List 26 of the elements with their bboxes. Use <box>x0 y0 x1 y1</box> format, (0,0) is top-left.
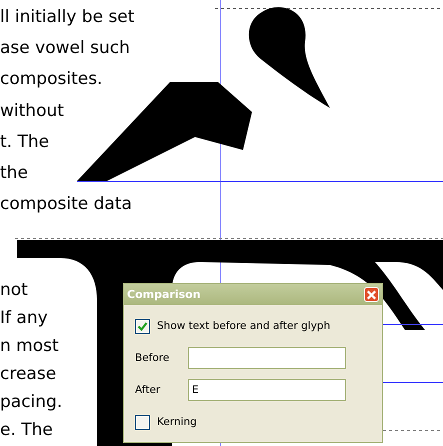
checkbox[interactable] <box>135 318 150 334</box>
checkbox-label: Kerning <box>157 416 197 428</box>
paragraph-line: without <box>0 100 64 123</box>
paragraph-line: pacing. <box>0 391 62 414</box>
close-button[interactable] <box>364 287 379 302</box>
paragraph-line: composite data <box>0 193 132 216</box>
paragraph-line: e. The <box>0 419 53 442</box>
input-field[interactable]: E <box>188 379 346 401</box>
paragraph-line: not <box>0 279 28 302</box>
field-label: After <box>135 384 162 396</box>
paragraph-line: composites. <box>0 68 102 92</box>
checkbox-label: Show text before and after glyph <box>157 320 330 332</box>
input-field[interactable] <box>188 347 346 369</box>
checkbox[interactable] <box>135 414 150 430</box>
paragraph-line: crease <box>0 363 56 386</box>
paragraph-line: If any <box>0 307 48 330</box>
guide-line <box>382 430 443 431</box>
paragraph-line: ase vowel such <box>0 37 130 60</box>
paragraph-line: t. The <box>0 130 50 154</box>
guide-line <box>382 324 443 325</box>
paragraph-line: the <box>0 162 28 186</box>
guide-line <box>382 382 443 383</box>
field-label: Before <box>135 352 170 364</box>
dialog-title: Comparison <box>127 288 201 301</box>
paragraph-line: ll initially be set <box>0 6 134 29</box>
paragraph-line: n most <box>0 335 59 358</box>
